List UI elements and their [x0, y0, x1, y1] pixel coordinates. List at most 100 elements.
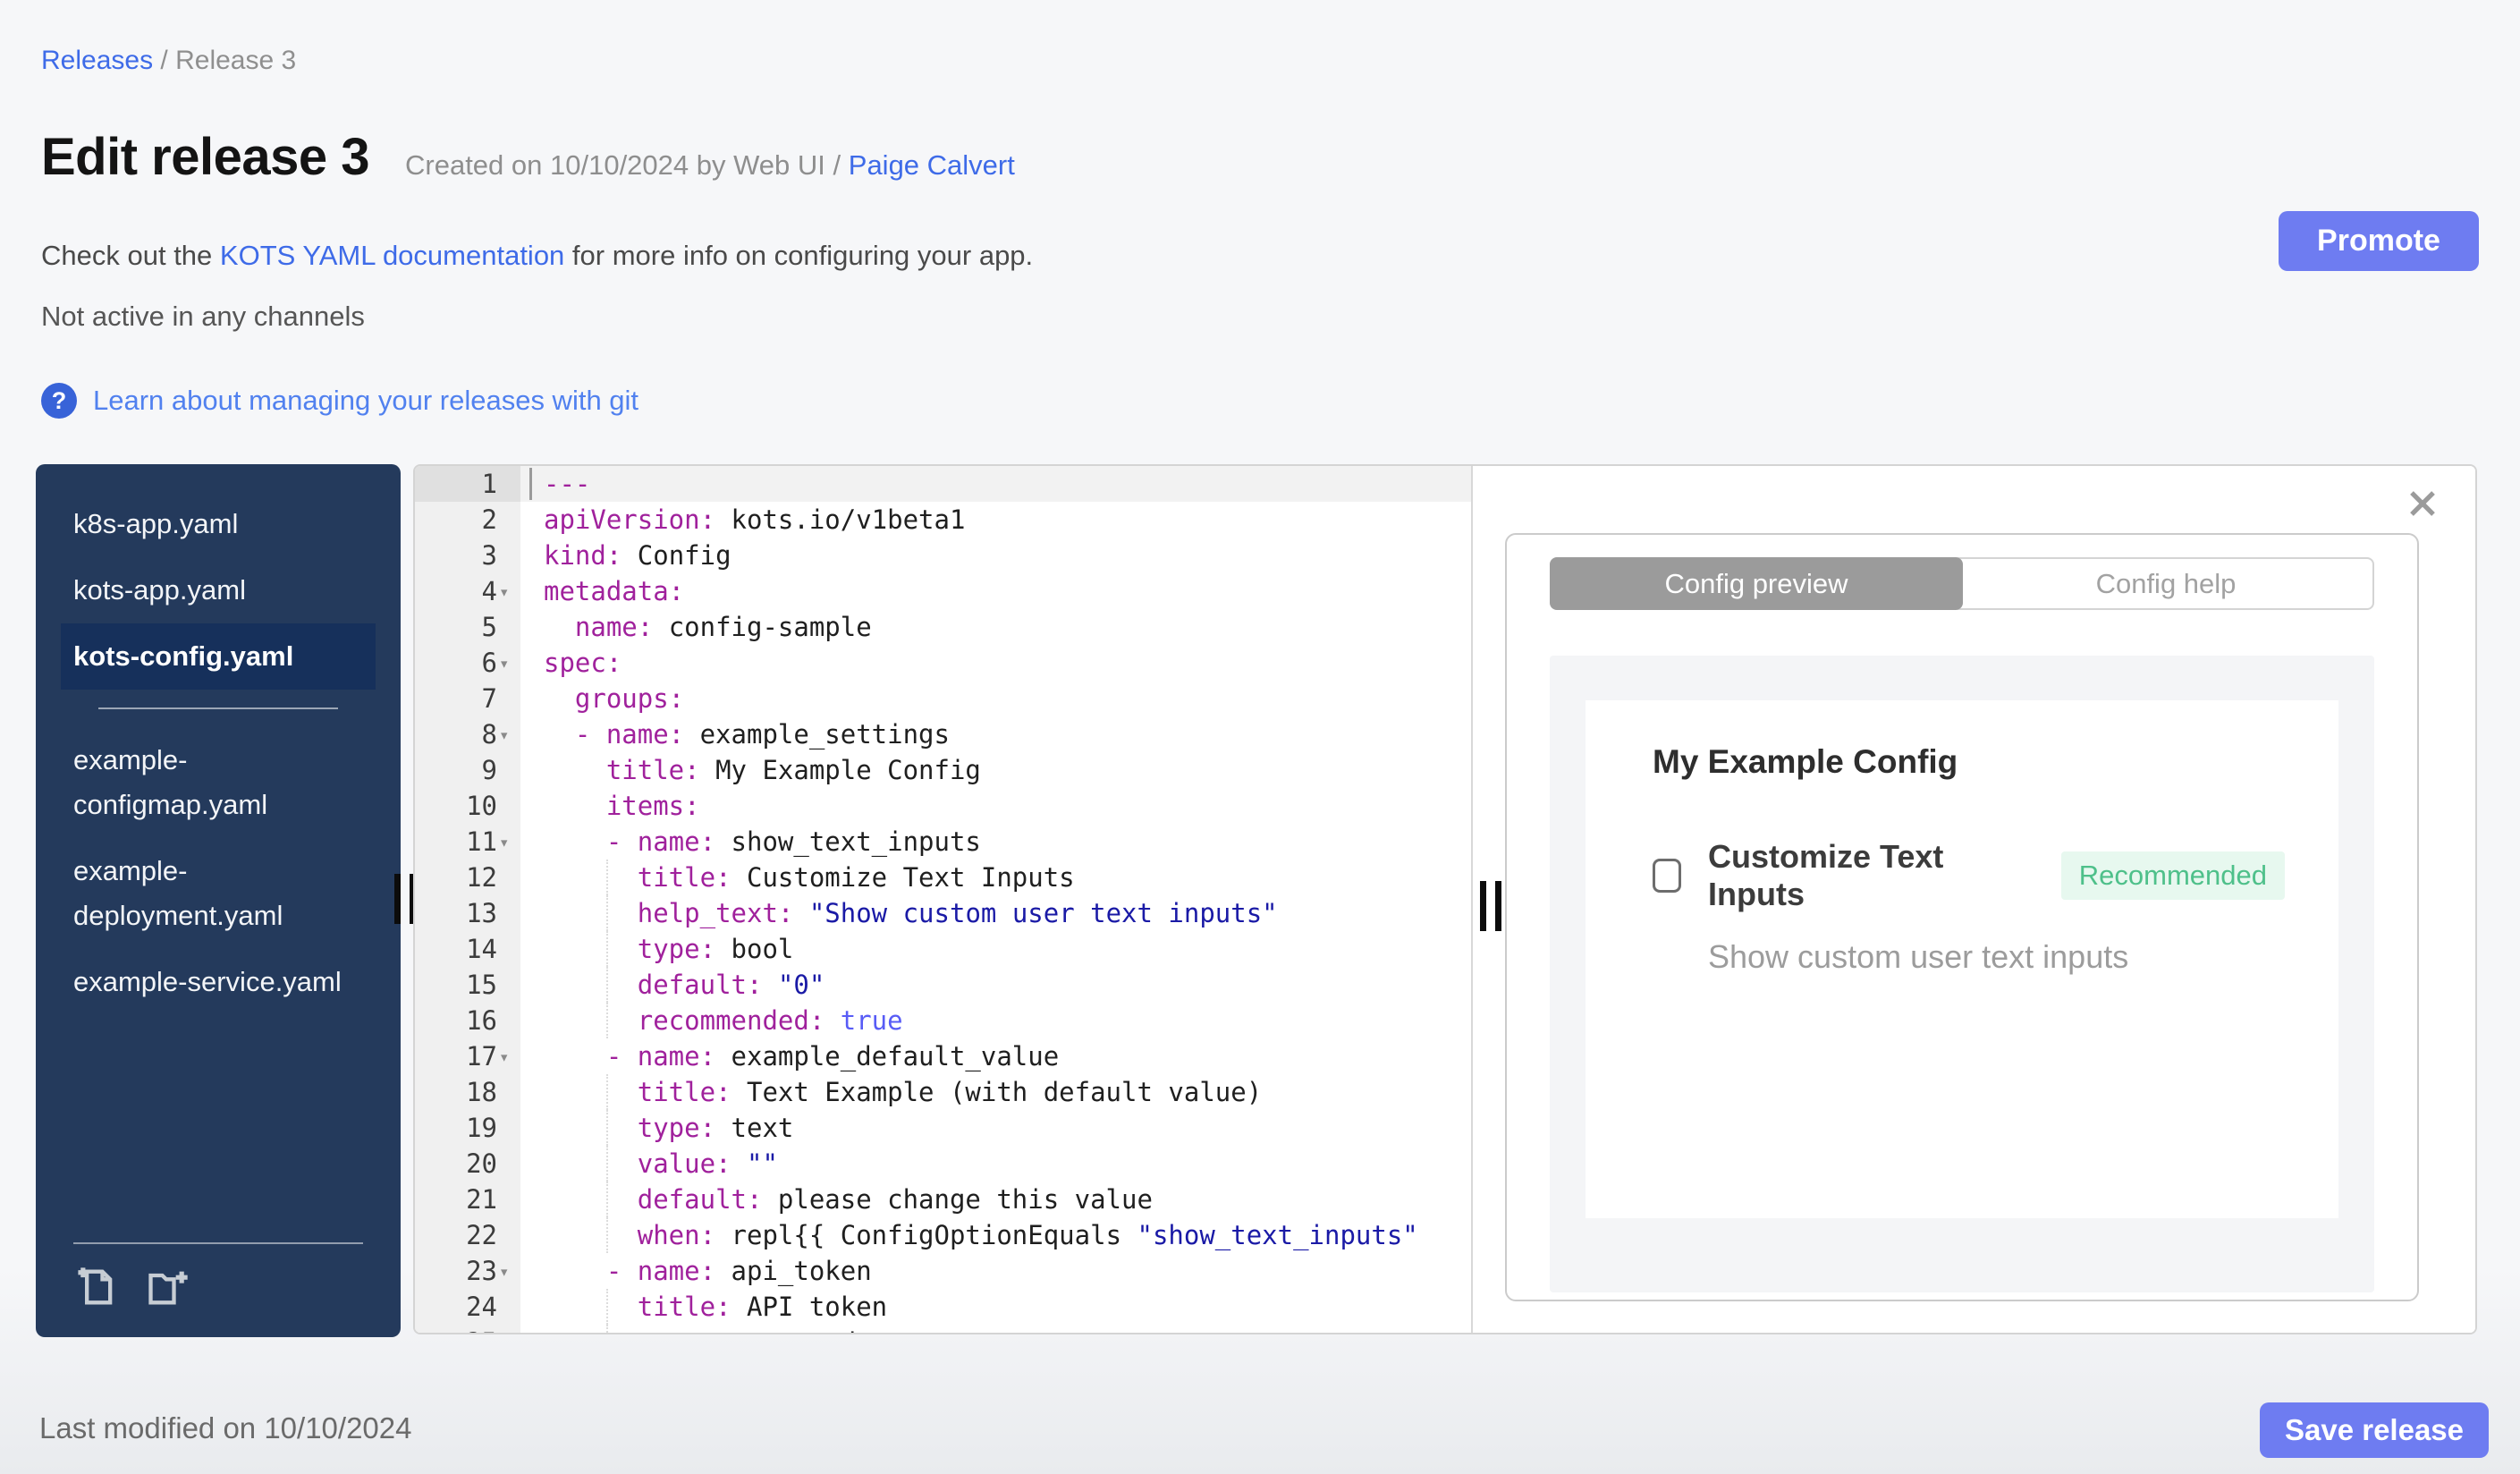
- indent-guide: [605, 967, 608, 1003]
- title-row: Edit release 3 Created on 10/10/2024 by …: [41, 127, 1015, 187]
- breadcrumb: Releases / Release 3: [41, 43, 296, 79]
- kots-yaml-doc-link[interactable]: KOTS YAML documentation: [220, 240, 564, 271]
- code-line-3[interactable]: kind: Config: [520, 538, 1471, 573]
- config-item-row: Customize Text Inputs Recommended: [1653, 838, 2285, 913]
- file-item-kots-app.yaml[interactable]: kots-app.yaml: [61, 557, 376, 623]
- config-group-title: My Example Config: [1653, 743, 1958, 780]
- file-item-example-deployment.yaml[interactable]: example-deployment.yaml: [61, 838, 376, 949]
- fold-arrow-icon[interactable]: ▾: [499, 825, 509, 860]
- code-line-1[interactable]: ---: [520, 466, 1471, 502]
- code-line-23[interactable]: - name: api_token: [520, 1253, 1471, 1289]
- code-line-12[interactable]: title: Customize Text Inputs: [520, 860, 1471, 895]
- indent-guide: [605, 1289, 608, 1325]
- file-list: k8s-app.yaml kots-app.yaml kots-config.yam…: [61, 491, 376, 1015]
- code-line-13[interactable]: help_text: "Show custom user text inputs…: [520, 895, 1471, 931]
- code-line-14[interactable]: type: bool: [520, 931, 1471, 967]
- fold-arrow-icon[interactable]: ▾: [499, 646, 509, 682]
- breadcrumb-releases-link[interactable]: Releases: [41, 46, 153, 75]
- code-line-17[interactable]: - name: example_default_value: [520, 1038, 1471, 1074]
- gutter-line-13: 13: [466, 898, 497, 928]
- preview-body: My Example Config Customize Text Inputs …: [1550, 656, 2374, 1292]
- code-line-8[interactable]: - name: example_settings: [520, 716, 1471, 752]
- code-line-5[interactable]: name: config-sample: [520, 609, 1471, 645]
- created-info: Created on 10/10/2024 by Web UI / Paige …: [405, 149, 1015, 182]
- indent-guide: [605, 1182, 608, 1217]
- code-line-6[interactable]: spec:: [520, 645, 1471, 681]
- code-line-24[interactable]: title: API token: [520, 1289, 1471, 1325]
- indent-guide: [605, 1146, 608, 1182]
- tab-config-help[interactable]: Config help: [1958, 557, 2374, 610]
- gutter-line-7: 7: [481, 683, 497, 714]
- git-help-row[interactable]: ? Learn about managing your releases wit…: [41, 383, 638, 419]
- file-item-example-configmap.yaml[interactable]: example-configmap.yaml: [61, 727, 376, 838]
- config-preview-card: Config preview Config help My Example Con…: [1505, 533, 2419, 1301]
- file-item-kots-config.yaml[interactable]: kots-config.yaml: [61, 623, 376, 690]
- gutter-line-16: 16: [466, 1005, 497, 1036]
- editor-resize-handle[interactable]: [1480, 881, 1503, 931]
- release-editor: 1 2 3 4 ▾ 5 6 ▾ 7 8 ▾ 9 10 11 ▾ 12 13 14 15 16 17 ▾ 18 19 20 21 22…: [413, 464, 2477, 1334]
- code-line-9[interactable]: title: My Example Config: [520, 752, 1471, 788]
- gutter-line-25: 25: [415, 1325, 520, 1333]
- file-list-divider: [98, 707, 338, 709]
- save-release-button[interactable]: Save release: [2260, 1402, 2489, 1458]
- code-line-2[interactable]: apiVersion: kots.io/v1beta1: [520, 502, 1471, 538]
- breadcrumb-current: Release 3: [175, 46, 297, 75]
- gutter-line-8: 8 ▾: [415, 716, 520, 752]
- gutter-line-4: 4 ▾: [415, 573, 520, 609]
- code-line-18[interactable]: title: Text Example (with default value): [520, 1074, 1471, 1110]
- author-link[interactable]: Paige Calvert: [849, 149, 1015, 181]
- indent-guide: [605, 1325, 608, 1333]
- gutter-line-2: 2: [481, 504, 497, 535]
- code-line-15[interactable]: default: "0": [520, 967, 1471, 1003]
- code-line-20[interactable]: value: "": [520, 1146, 1471, 1182]
- code-line-22[interactable]: when: repl{{ ConfigOptionEquals "show_te…: [520, 1217, 1471, 1253]
- code-line-11[interactable]: - name: show_text_inputs: [520, 824, 1471, 860]
- channel-status: Not active in any channels: [41, 301, 365, 332]
- gutter-line-21: 21: [466, 1184, 497, 1215]
- doc-prefix: Check out the: [41, 240, 220, 271]
- config-preview-panel: Config preview Config help My Example Con…: [1473, 466, 2475, 1333]
- indent-guide: [605, 1003, 608, 1038]
- add-folder-icon[interactable]: [145, 1264, 191, 1310]
- tab-config-preview[interactable]: Config preview: [1550, 557, 1963, 610]
- config-item-help-text: Show custom user text inputs: [1708, 938, 2129, 975]
- promote-button[interactable]: Promote: [2279, 211, 2479, 271]
- indent-guide: [605, 860, 608, 895]
- code-line-10[interactable]: items:: [520, 788, 1471, 824]
- file-item-k8s-app.yaml[interactable]: k8s-app.yaml: [61, 491, 376, 557]
- indent-guide: [605, 931, 608, 967]
- recommended-badge: Recommended: [2060, 851, 2285, 900]
- code-line-21[interactable]: default: please change this value: [520, 1182, 1471, 1217]
- text-cursor: [529, 468, 532, 500]
- created-text: Created on 10/10/2024 by Web UI /: [405, 149, 841, 181]
- code-line-19[interactable]: type: text: [520, 1110, 1471, 1146]
- question-circle-icon: ?: [41, 383, 77, 419]
- config-item-label: Customize Text Inputs: [1708, 838, 1944, 912]
- fold-arrow-icon[interactable]: ▾: [499, 1039, 509, 1075]
- git-help-link[interactable]: Learn about managing your releases with …: [93, 385, 638, 417]
- code-line-16[interactable]: recommended: true: [520, 1003, 1471, 1038]
- add-file-icon[interactable]: [73, 1264, 120, 1310]
- fold-arrow-icon[interactable]: ▾: [499, 574, 509, 610]
- sidebar-footer: [73, 1242, 363, 1337]
- yaml-code-area[interactable]: --- apiVersion: kots.io/v1beta1 kind: Conf…: [520, 466, 1471, 1333]
- gutter-line-6: 6 ▾: [415, 645, 520, 681]
- indent-guide: [605, 1074, 608, 1110]
- code-line-25[interactable]: type: password: [520, 1325, 1471, 1333]
- gutter-line-3: 3: [481, 540, 497, 571]
- gutter-line-9: 9: [481, 755, 497, 785]
- gutter-line-1: 1: [415, 466, 520, 502]
- gutter-line-18: 18: [466, 1077, 497, 1107]
- fold-arrow-icon[interactable]: ▾: [499, 1254, 509, 1290]
- gutter-line-5: 5: [481, 612, 497, 642]
- page-title: Edit release 3: [41, 128, 370, 186]
- gutter-line-15: 15: [466, 970, 497, 1000]
- fold-arrow-icon[interactable]: ▾: [499, 717, 509, 753]
- close-icon[interactable]: [2406, 487, 2439, 520]
- file-item-example-service.yaml[interactable]: example-service.yaml: [61, 949, 376, 1015]
- code-line-7[interactable]: groups:: [520, 681, 1471, 716]
- code-line-4[interactable]: metadata:: [520, 573, 1471, 609]
- file-sidebar: k8s-app.yaml kots-app.yaml kots-config.yam…: [36, 464, 401, 1337]
- gutter-line-12: 12: [466, 862, 497, 893]
- customize-text-inputs-checkbox[interactable]: [1653, 859, 1681, 893]
